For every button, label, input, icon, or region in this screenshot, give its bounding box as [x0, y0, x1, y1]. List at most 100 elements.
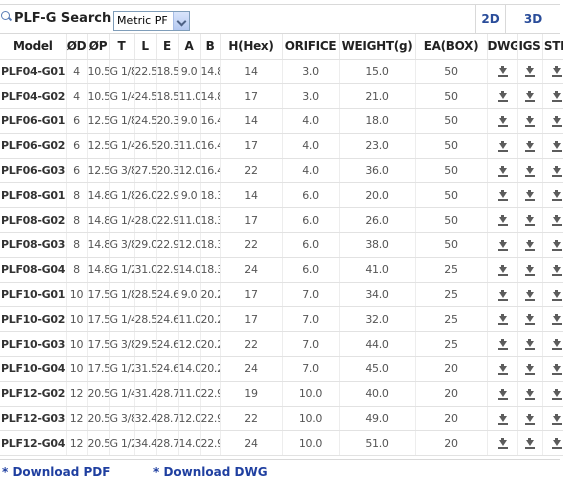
- download-icon[interactable]: [524, 140, 535, 152]
- download-icon-stem: [528, 140, 531, 144]
- table-cell: 24: [220, 356, 283, 382]
- table-cell: 27.5: [134, 158, 157, 184]
- download-icon[interactable]: [497, 190, 508, 202]
- download-icon[interactable]: [551, 190, 562, 202]
- table-cell: 6.0: [282, 207, 340, 234]
- download-icon[interactable]: [524, 165, 535, 177]
- table-cell: 20.3: [156, 108, 179, 134]
- download-icon[interactable]: [551, 413, 562, 425]
- download-icon[interactable]: [524, 314, 535, 326]
- chevron-down-icon[interactable]: [173, 12, 189, 30]
- search-title: PLF-G Search: [0, 11, 111, 26]
- table-cell: 51.0: [339, 430, 416, 457]
- download-icon[interactable]: [524, 289, 535, 301]
- download-icon[interactable]: [497, 413, 508, 425]
- download-icon[interactable]: [497, 140, 508, 152]
- download-icon[interactable]: [524, 115, 535, 127]
- product-search-panel: PLF-G Search Metric PF 2D 3D Model ØD ØP T L…: [0, 0, 563, 487]
- dwg-cell: [487, 232, 518, 258]
- download-icon-stem: [528, 314, 531, 318]
- download-icon[interactable]: [551, 91, 562, 103]
- download-icon[interactable]: [524, 215, 535, 227]
- igs-cell: [517, 331, 543, 358]
- download-icon[interactable]: [524, 66, 535, 78]
- table-row: PLF06-G03612.5G 3/827.520.312.016.4224.0…: [0, 158, 563, 184]
- download-icon[interactable]: [497, 66, 508, 78]
- download-icon[interactable]: [497, 438, 508, 450]
- table-cell: 21.0: [339, 83, 416, 110]
- stp-cell: [542, 133, 563, 159]
- download-icon[interactable]: [497, 339, 508, 351]
- download-icon[interactable]: [551, 115, 562, 127]
- download-icon[interactable]: [497, 115, 508, 127]
- table-cell: 29.0: [134, 232, 157, 258]
- download-icon[interactable]: [551, 388, 562, 400]
- download-pdf-link[interactable]: * Download PDF: [2, 465, 110, 479]
- model-cell: PLF10-G02: [0, 306, 67, 333]
- stp-cell: [542, 182, 563, 209]
- download-icon[interactable]: [497, 215, 508, 227]
- table-cell: 4.0: [282, 158, 340, 184]
- download-icon[interactable]: [551, 239, 562, 251]
- table-cell: G 3/8: [109, 331, 135, 358]
- unit-select[interactable]: Metric PF: [113, 11, 190, 31]
- table-cell: 25: [415, 282, 488, 308]
- download-icon[interactable]: [551, 289, 562, 301]
- download-icon[interactable]: [524, 91, 535, 103]
- download-icon[interactable]: [551, 140, 562, 152]
- download-icon[interactable]: [524, 438, 535, 450]
- download-icon[interactable]: [551, 264, 562, 276]
- igs-cell: [517, 158, 543, 184]
- download-icon-stem: [528, 115, 531, 119]
- download-icon[interactable]: [497, 165, 508, 177]
- download-icon[interactable]: [524, 239, 535, 251]
- stp-cell: [542, 381, 563, 407]
- column-header: L: [134, 34, 157, 60]
- download-icon[interactable]: [524, 190, 535, 202]
- download-icon[interactable]: [497, 91, 508, 103]
- table-cell: 32.0: [339, 306, 416, 333]
- download-icon[interactable]: [497, 363, 508, 375]
- download-icon[interactable]: [524, 413, 535, 425]
- column-header: WEIGHT(g): [339, 34, 416, 60]
- table-cell: 18.5: [156, 83, 179, 110]
- table-cell: 14.8: [87, 182, 110, 209]
- table-cell: 7.0: [282, 282, 340, 308]
- model-cell: PLF12-G03: [0, 406, 67, 432]
- download-icon[interactable]: [497, 388, 508, 400]
- download-icon[interactable]: [524, 363, 535, 375]
- table-cell: 17: [220, 207, 283, 234]
- table-header-row: Model ØD ØP T L E A B H(Hex) ORIFICE WEIGHT(g) EA(B…: [0, 34, 563, 60]
- stp-cell: [542, 356, 563, 382]
- table-cell: 34.4: [134, 430, 157, 457]
- download-icon[interactable]: [551, 215, 562, 227]
- download-icon-stem: [500, 91, 504, 95]
- tab-2d[interactable]: 2D: [475, 5, 505, 34]
- download-icon[interactable]: [524, 388, 535, 400]
- column-header: Model: [0, 34, 67, 60]
- download-icon[interactable]: [551, 339, 562, 351]
- download-dwg-link[interactable]: * Download DWG: [153, 465, 268, 479]
- stp-cell: [542, 331, 563, 358]
- download-icon[interactable]: [551, 66, 562, 78]
- download-icon[interactable]: [497, 239, 508, 251]
- download-icon-stem: [528, 438, 531, 442]
- download-icon[interactable]: [551, 438, 562, 450]
- download-icon[interactable]: [497, 289, 508, 301]
- download-icon[interactable]: [551, 165, 562, 177]
- table-cell: 17.5: [87, 306, 110, 333]
- table-cell: G 3/8: [109, 158, 135, 184]
- table-cell: 12.0: [178, 158, 201, 184]
- download-icon[interactable]: [497, 264, 508, 276]
- tab-3d[interactable]: 3D: [505, 5, 560, 34]
- table-cell: 6.0: [282, 182, 340, 209]
- download-icon[interactable]: [524, 339, 535, 351]
- download-icon[interactable]: [551, 314, 562, 326]
- table-cell: 44.0: [339, 331, 416, 358]
- table-cell: 14.8: [200, 83, 221, 110]
- download-icon[interactable]: [524, 264, 535, 276]
- model-cell: PLF10-G03: [0, 331, 67, 358]
- download-icon[interactable]: [551, 363, 562, 375]
- igs-cell: [517, 59, 543, 85]
- download-icon[interactable]: [497, 314, 508, 326]
